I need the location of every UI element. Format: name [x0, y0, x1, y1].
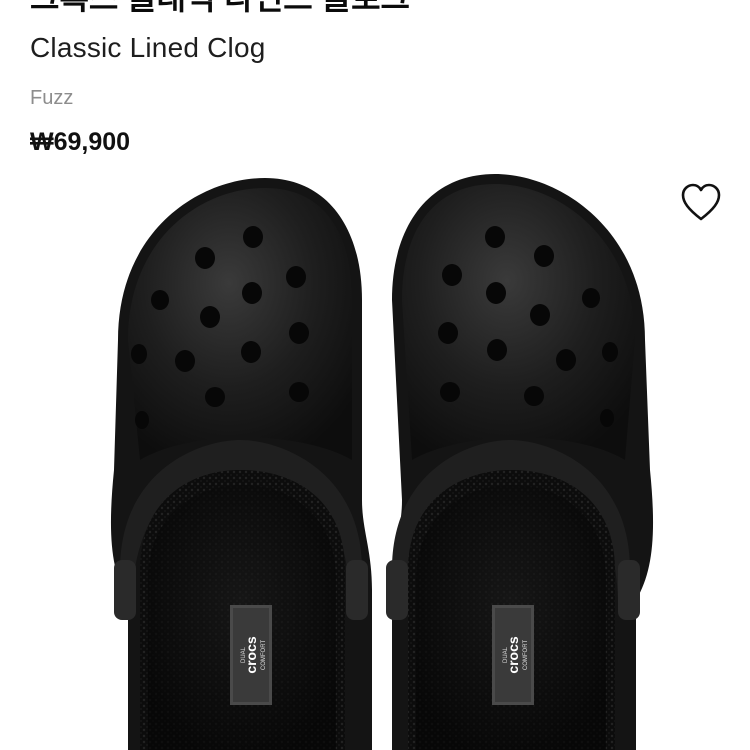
product-detail-page: 크록스 클래식 라인드 클로그 Classic Lined Clog Fuzz … — [0, 0, 750, 750]
right-label-comfort: COMFORT — [523, 640, 529, 671]
product-variant: Fuzz — [30, 86, 73, 110]
heart-outline-icon — [680, 183, 722, 223]
left-label-crocs-logo: crocs — [243, 636, 259, 674]
product-image[interactable]: DUAL crocs COMFORT — [100, 170, 660, 750]
right-clog: DUAL crocs COMFORT — [386, 174, 653, 750]
wishlist-button[interactable] — [680, 183, 722, 223]
left-clog: DUAL crocs COMFORT — [111, 178, 372, 750]
product-price: ₩69,900 — [30, 127, 130, 157]
clogs-illustration: DUAL crocs COMFORT — [100, 170, 660, 750]
product-title-korean: 크록스 클래식 라인드 클로그 — [30, 0, 410, 16]
left-label-comfort: COMFORT — [261, 640, 267, 671]
right-label-crocs-logo: crocs — [505, 636, 521, 674]
product-title-english: Classic Lined Clog — [30, 31, 266, 65]
